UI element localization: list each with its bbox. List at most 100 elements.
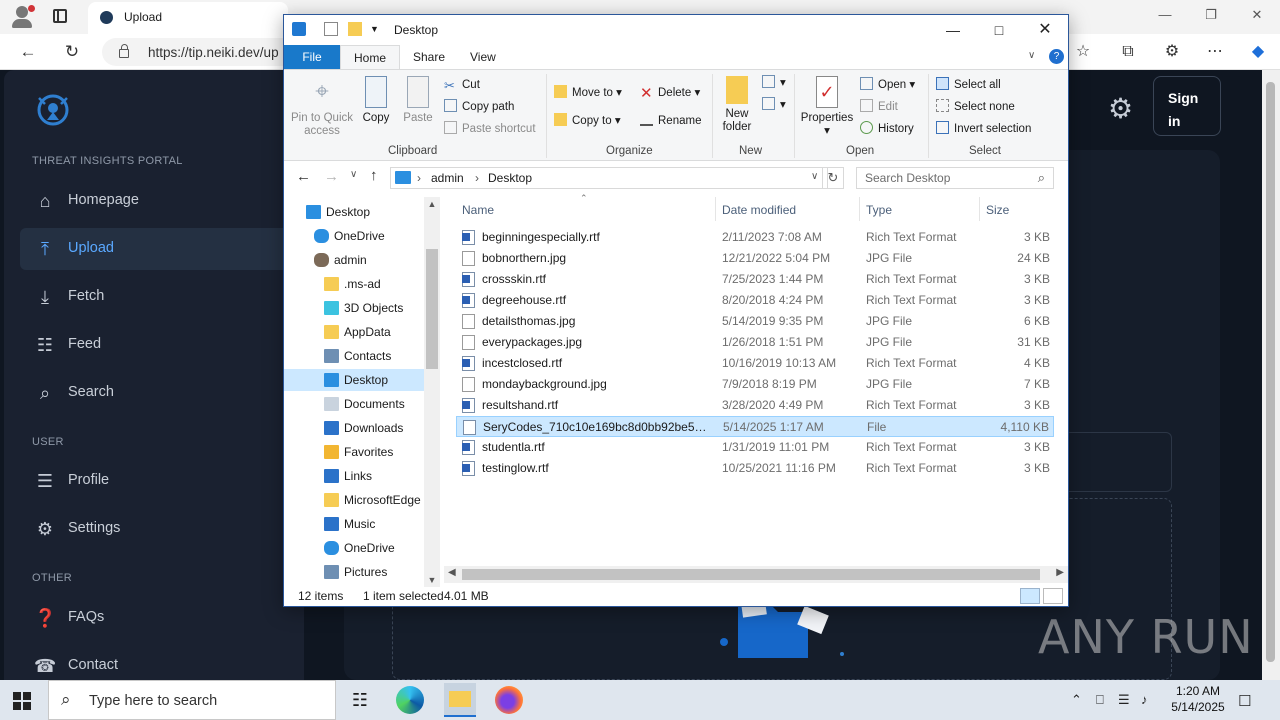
properties-quick-icon[interactable] (324, 22, 338, 36)
nav-faqs[interactable]: ❓ FAQs (20, 597, 290, 639)
nav-tree-item[interactable]: OneDrive (284, 225, 424, 247)
nav-tree-item[interactable]: MicrosoftEdge (284, 489, 424, 511)
new-item-icon[interactable]: ▾ (762, 74, 786, 92)
nav-tree-item[interactable]: Contacts (284, 345, 424, 367)
windows-start-icon[interactable] (13, 692, 31, 710)
system-clock[interactable]: 1:20 AM 5/14/2025 (1160, 683, 1236, 715)
ribbon-expand-icon[interactable]: ∨ (1028, 50, 1035, 61)
option-card[interactable] (1060, 432, 1172, 492)
breadcrumb-admin[interactable]: admin (431, 171, 464, 185)
nav-tree-item[interactable]: AppData (284, 321, 424, 343)
file-row[interactable]: crossskin.rtf 7/25/2023 1:44 PM Rich Text … (456, 269, 1054, 290)
file-row[interactable]: SeryCodes_710c10e169bc8d0bb92be5750... 5/… (456, 416, 1054, 437)
file-row[interactable]: degreehouse.rtf 8/20/2018 4:24 PM Rich Tex… (456, 290, 1054, 311)
minimize-icon[interactable]: — (1155, 7, 1175, 22)
explorer-maximize-icon[interactable]: □ (976, 15, 1022, 45)
volume-icon[interactable]: ♪ (1141, 692, 1148, 707)
explorer-close-icon[interactable]: ✕ (1022, 15, 1068, 45)
recent-locations-icon[interactable]: ∨ (350, 169, 357, 180)
column-date-modified[interactable]: Date modified (722, 203, 796, 217)
nav-upload[interactable]: ⤒ Upload (20, 228, 290, 270)
nav-tree-item[interactable]: Links (284, 465, 424, 487)
copy-to-button[interactable]: Copy to ▾ (554, 112, 621, 130)
nav-feed[interactable]: ☷ Feed (20, 324, 290, 366)
new-folder-quick-icon[interactable] (348, 22, 362, 36)
history-button[interactable]: History (860, 120, 914, 138)
device-icon[interactable]: ⎕ (1096, 692, 1104, 708)
new-folder-button[interactable]: New folder (718, 76, 756, 134)
file-row[interactable]: testinglow.rtf 10/25/2021 11:16 PM Rich Te… (456, 458, 1054, 479)
close-icon[interactable]: ✕ (1247, 7, 1267, 23)
explorer-search-input[interactable]: Search Desktop ⌕ (856, 167, 1054, 189)
file-list-horizontal-scrollbar[interactable]: ◀ ▶ (444, 566, 1068, 583)
pin-quick-access-button[interactable]: ⌖ Pin to Quick access (290, 76, 354, 138)
select-none-button[interactable]: Select none (936, 98, 1015, 116)
file-row[interactable]: detailsthomas.jpg 5/14/2019 9:35 PM JPG Fi… (456, 311, 1054, 332)
nav-tree-item[interactable]: Desktop (284, 369, 424, 391)
open-button[interactable]: Open ▾ (860, 76, 915, 94)
network-icon[interactable]: ☰ (1118, 692, 1130, 708)
nav-homepage[interactable]: ⌂ Homepage (20, 180, 290, 222)
nav-tree-item[interactable]: Favorites (284, 441, 424, 463)
copilot-icon[interactable]: ◆ (1248, 43, 1268, 61)
nav-tree-item[interactable]: Pictures (284, 561, 424, 583)
back-icon[interactable]: ← (17, 42, 39, 62)
copy-path-button[interactable]: Copy path (444, 98, 514, 116)
taskbar-search-box[interactable]: ⌕ Type here to search (48, 680, 336, 720)
file-row[interactable]: studentla.rtf 1/31/2019 11:01 PM Rich Text… (456, 437, 1054, 458)
file-explorer-taskbar-icon[interactable] (444, 683, 476, 717)
column-size[interactable]: Size (986, 203, 1009, 217)
paste-shortcut-button[interactable]: Paste shortcut (444, 120, 536, 138)
tray-expand-icon[interactable]: ⌃ (1071, 692, 1082, 708)
tab-home[interactable]: Home (340, 45, 401, 69)
details-view-icon[interactable] (1020, 588, 1040, 604)
paste-button[interactable]: Paste (398, 76, 438, 125)
nav-profile[interactable]: ☰ Profile (20, 460, 290, 502)
nav-tree-item[interactable]: Downloads (284, 417, 424, 439)
breadcrumb[interactable]: › admin › Desktop ∨ (390, 167, 828, 189)
file-row[interactable]: resultshand.rtf 3/28/2020 4:49 PM Rich Tex… (456, 395, 1054, 416)
nav-tree-item[interactable]: .ms-ad (284, 273, 424, 295)
delete-button[interactable]: ✕ Delete ▾ (640, 84, 700, 102)
easy-access-icon[interactable]: ▾ (762, 96, 786, 114)
file-row[interactable]: beginningespecially.rtf 2/11/2023 7:08 AM… (456, 227, 1054, 248)
address-dropdown-icon[interactable]: ∨ (811, 171, 818, 182)
cut-button[interactable]: ✂ Cut (444, 76, 480, 94)
move-to-button[interactable]: Move to ▾ (554, 84, 622, 102)
up-folder-icon[interactable]: ↑ (370, 167, 378, 184)
more-menu-icon[interactable]: ⋯ (1205, 43, 1225, 61)
favorite-star-icon[interactable]: ☆ (1073, 43, 1093, 61)
file-row[interactable]: bobnorthern.jpg 12/21/2022 5:04 PM JPG Fil… (456, 248, 1054, 269)
task-view-icon[interactable]: ☷ (346, 686, 374, 714)
file-row[interactable]: mondaybackground.jpg 7/9/2018 8:19 PM JPG … (456, 374, 1054, 395)
extensions-icon[interactable]: ⚙ (1162, 43, 1182, 61)
copy-button[interactable]: Copy (356, 76, 396, 125)
nav-search[interactable]: ⌕ Search (20, 372, 290, 414)
nav-tree-item[interactable]: Documents (284, 393, 424, 415)
quick-access-dropdown-icon[interactable]: ▼ (370, 22, 384, 36)
reload-icon[interactable]: ↻ (61, 42, 83, 62)
firefox-icon[interactable] (495, 686, 523, 714)
explorer-minimize-icon[interactable]: — (930, 15, 976, 45)
nav-tree-item[interactable]: Music (284, 513, 424, 535)
help-icon[interactable]: ? (1049, 49, 1064, 64)
column-name[interactable]: Name (462, 203, 494, 217)
properties-button[interactable]: ✓ Properties ▾ (798, 76, 856, 138)
sign-in-button[interactable]: Sign in (1153, 76, 1221, 136)
explorer-back-icon[interactable]: ← (296, 168, 311, 185)
address-bar[interactable]: https://tip.neiki.dev/up (102, 38, 302, 66)
page-scrollbar[interactable] (1262, 70, 1280, 680)
explorer-forward-icon[interactable]: → (324, 168, 339, 185)
edit-button[interactable]: Edit (860, 98, 898, 116)
tab-view[interactable]: View (457, 45, 509, 69)
browser-tab-upload[interactable]: Upload (88, 2, 288, 34)
invert-selection-button[interactable]: Invert selection (936, 120, 1031, 138)
tab-actions-icon[interactable] (53, 9, 67, 23)
file-row[interactable]: incestclosed.rtf 10/16/2019 10:13 AM Rich … (456, 353, 1054, 374)
notifications-icon[interactable]: ☐ (1238, 692, 1251, 710)
nav-settings[interactable]: ⚙ Settings (20, 508, 290, 550)
nav-fetch[interactable]: ⤓ Fetch (20, 276, 290, 318)
column-type[interactable]: Type (866, 203, 892, 217)
nav-tree-item[interactable]: admin (284, 249, 424, 271)
tab-share[interactable]: Share (400, 45, 458, 69)
